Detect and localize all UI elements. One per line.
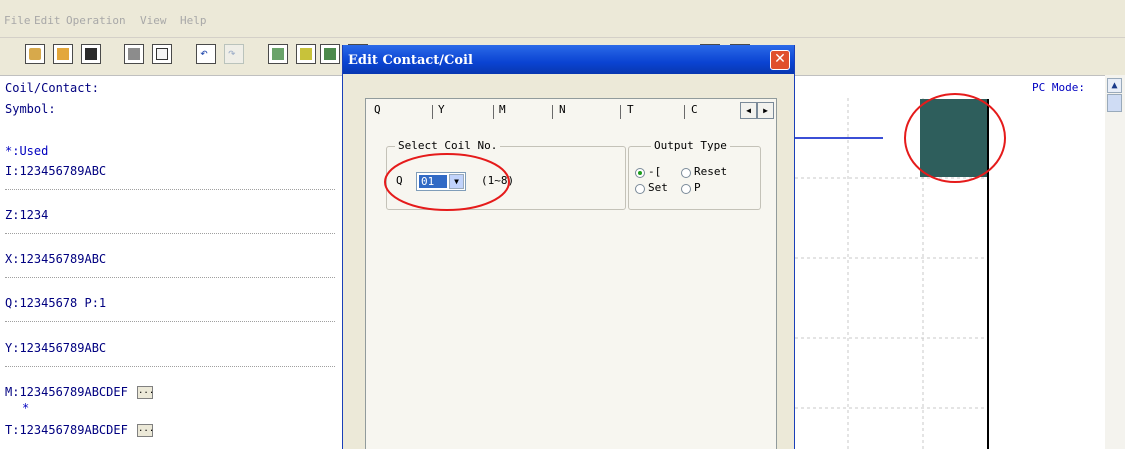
divider	[5, 321, 335, 322]
row-t: T:123456789ABCDEF	[5, 423, 128, 437]
m-more-button[interactable]: ...	[137, 386, 154, 399]
tab-t[interactable]: T	[627, 99, 634, 121]
output-radio-reset[interactable]	[681, 168, 691, 178]
tool-icon[interactable]	[320, 44, 340, 64]
save-icon[interactable]	[81, 44, 101, 64]
edit-contact-coil-dialog: Edit Contact/Coil ✕ Q Y M N T C ◀ ▶ Sele…	[342, 45, 795, 449]
tab-scroll-left-icon[interactable]: ◀	[740, 102, 757, 119]
t-more-button[interactable]: ...	[137, 424, 154, 437]
symbol-header: Symbol:	[5, 102, 56, 116]
coil-prefix: Q	[396, 174, 403, 187]
tab-y[interactable]: Y	[438, 99, 445, 121]
output-radio-set[interactable]	[635, 184, 645, 194]
scroll-up-icon[interactable]: ▲	[1107, 78, 1122, 93]
row-q: Q:12345678 P:1	[5, 296, 107, 310]
print-setup-icon[interactable]	[124, 44, 144, 64]
row-y: Y:123456789ABC	[5, 341, 107, 355]
coil-number-value: 01	[419, 175, 447, 188]
divider	[5, 233, 335, 234]
output-option-coil: -[	[648, 165, 662, 178]
coil-contact-header: Coil/Contact:	[5, 81, 99, 95]
tab-divider	[684, 105, 685, 119]
tab-scroll-right-icon[interactable]: ▶	[757, 102, 774, 119]
chevron-down-icon[interactable]: ▼	[449, 174, 464, 189]
tab-divider	[552, 105, 553, 119]
coil-contact-panel: Coil/Contact: Symbol: *:Used I:123456789…	[0, 75, 342, 449]
menu-file[interactable]: File	[4, 14, 31, 27]
tab-divider	[493, 105, 494, 119]
used-legend: *:Used	[5, 144, 49, 158]
new-file-icon[interactable]	[25, 44, 45, 64]
dialog-titlebar[interactable]: Edit Contact/Coil ✕	[343, 45, 794, 74]
close-icon[interactable]: ✕	[770, 50, 790, 70]
divider	[5, 366, 335, 367]
row-i: I:123456789ABC	[5, 164, 107, 178]
tab-divider	[432, 105, 433, 119]
ladder-canvas[interactable]: PC Mode:	[795, 75, 1105, 449]
monitor-icon[interactable]	[268, 44, 288, 64]
open-folder-icon[interactable]	[53, 44, 73, 64]
coil-block	[920, 99, 988, 177]
app-window: File Edit Operation View Help ↶ ↷ Coil/C…	[0, 0, 1125, 449]
menu-view[interactable]: View	[140, 14, 167, 27]
tab-n[interactable]: N	[559, 99, 566, 121]
output-type-label: Output Type	[651, 139, 730, 152]
tab-panel: Q Y M N T C ◀ ▶ Select Coil No. Q 01 ▼ (…	[365, 98, 777, 449]
row-x: X:123456789ABC	[5, 252, 107, 266]
output-radio-p[interactable]	[681, 184, 691, 194]
scroll-thumb[interactable]	[1107, 94, 1122, 112]
ladder-grid	[795, 93, 1006, 449]
select-coil-label: Select Coil No.	[395, 139, 501, 152]
tab-c[interactable]: C	[691, 99, 698, 121]
output-radio-coil[interactable]	[635, 168, 645, 178]
divider	[5, 189, 335, 190]
menu-bar: File Edit Operation View Help	[0, 0, 1125, 34]
output-option-set: Set	[648, 181, 668, 194]
tab-m[interactable]: M	[499, 99, 506, 121]
used-marker: *	[22, 401, 30, 415]
print-preview-icon[interactable]	[152, 44, 172, 64]
menu-operation[interactable]: Operation	[66, 14, 126, 27]
redo-icon: ↷	[224, 44, 244, 64]
row-z: Z:1234	[5, 208, 49, 222]
divider	[5, 277, 335, 278]
dialog-title: Edit Contact/Coil	[348, 53, 473, 68]
output-option-p: P	[694, 181, 701, 194]
undo-icon[interactable]: ↶	[196, 44, 216, 64]
ladder-icon[interactable]	[296, 44, 316, 64]
tab-q[interactable]: Q	[374, 99, 381, 121]
coil-range: (1~8)	[481, 174, 515, 187]
select-coil-group: Select Coil No. Q 01 ▼ (1~8)	[386, 139, 626, 210]
menu-edit[interactable]: Edit	[34, 14, 61, 27]
tab-divider	[620, 105, 621, 119]
coil-number-select[interactable]: 01 ▼	[416, 172, 466, 191]
output-option-reset: Reset	[694, 165, 728, 178]
menu-help[interactable]: Help	[180, 14, 207, 27]
row-m: M:123456789ABCDEF	[5, 385, 128, 399]
output-type-group: Output Type -[ Reset Set P	[628, 139, 761, 210]
vertical-scrollbar[interactable]: ▲	[1105, 75, 1125, 449]
